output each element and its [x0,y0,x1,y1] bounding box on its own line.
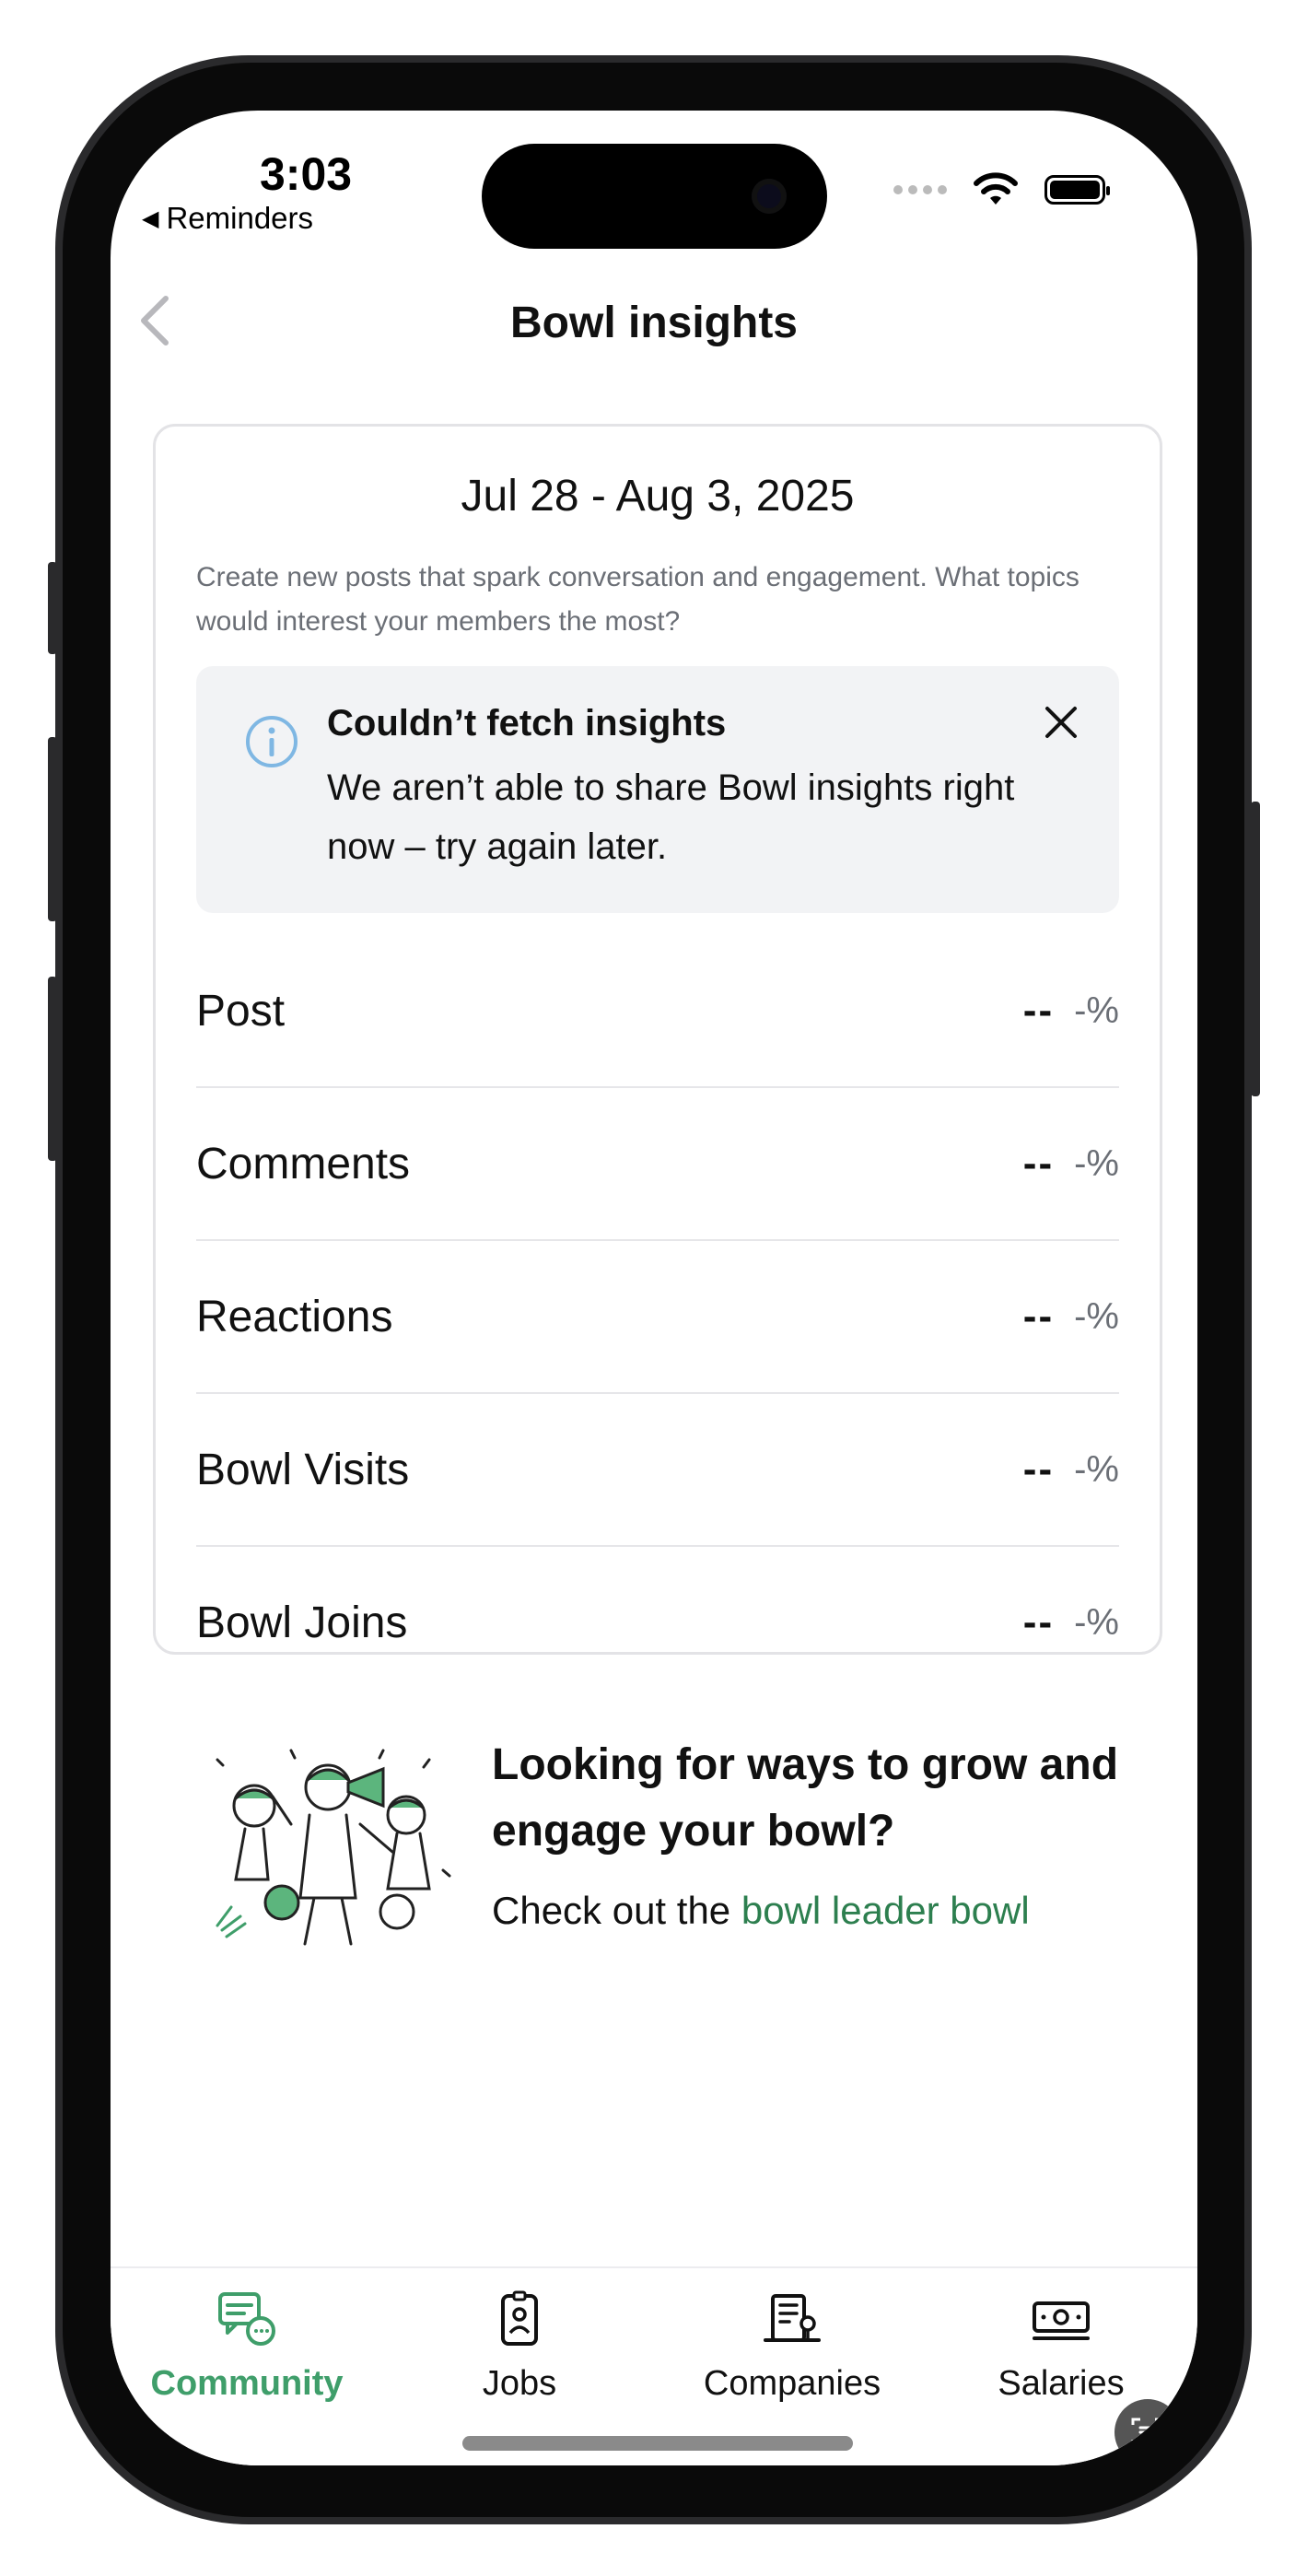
metric-row-comments: Comments -- -% [196,1088,1119,1241]
alert-body: We aren’t able to share Bowl insights ri… [327,767,1015,867]
dynamic-island [482,144,827,249]
metric-value: -- [1022,988,1055,1033]
metric-label: Bowl Visits [196,1445,410,1494]
volume-up-button [48,737,57,921]
tab-jobs[interactable]: Jobs [409,2287,630,2404]
jobs-icon [501,2290,538,2346]
community-icon [218,2292,275,2346]
metric-value: -- [1022,1599,1055,1645]
mute-switch [48,562,57,654]
salaries-icon [1033,2301,1090,2340]
promo-text: Check out the bowl leader bowl [492,1889,1030,1933]
metric-row-post: Post -- -% [196,935,1119,1088]
bowl-leader-bowl-link[interactable]: bowl leader bowl [741,1889,1030,1932]
metric-row-reactions: Reactions -- -% [196,1241,1119,1394]
metric-label: Comments [196,1139,411,1188]
metric-label: Post [196,986,286,1036]
info-icon [246,716,298,767]
home-indicator[interactable] [462,2436,853,2451]
back-to-app-link[interactable]: ◀ Reminders [142,201,313,236]
date-range: Jul 28 - Aug 3, 2025 [461,472,855,521]
battery-icon [1044,175,1110,205]
power-button [1251,802,1260,1096]
text-scan-icon [1131,2418,1164,2447]
metric-change: -% [1074,1142,1119,1184]
text-scan-button[interactable] [1114,2399,1181,2465]
camera-icon [752,179,787,214]
metric-value: -- [1022,1294,1055,1339]
tab-label: Companies [703,2364,881,2403]
tab-companies[interactable]: Companies [682,2287,903,2404]
metric-change: -% [1074,1448,1119,1490]
alert-title: Couldn’t fetch insights [327,703,727,744]
metric-change: -% [1074,1601,1119,1643]
tab-label: Jobs [482,2364,557,2403]
tab-community[interactable]: Community [136,2287,357,2404]
cellular-signal-icon [893,185,947,194]
metric-row-bowl-joins: Bowl Joins -- -% [196,1547,1119,1698]
metric-label: Reactions [196,1292,393,1341]
back-app-label: Reminders [166,201,314,235]
page-title: Bowl insights [510,299,798,347]
companies-icon [764,2294,821,2342]
promo-text-prefix: Check out the [492,1889,731,1932]
tab-label: Community [150,2364,344,2403]
close-icon[interactable] [1040,701,1082,744]
promo-title: Looking for ways to grow and engage your… [492,1740,1119,1856]
metric-label: Bowl Joins [196,1598,408,1647]
insights-description: Create new posts that spark conversation… [196,562,1079,637]
wifi-icon [974,172,1018,205]
error-alert: Couldn’t fetch insights We aren’t able t… [196,666,1119,913]
metric-row-bowl-visits: Bowl Visits -- -% [196,1394,1119,1547]
metric-change: -% [1074,989,1119,1031]
tab-label: Salaries [998,2364,1125,2403]
metric-change: -% [1074,1295,1119,1337]
screen: 3:03 ◀ Reminders Bowl insights Jul 28 - … [111,111,1197,2465]
metric-value: -- [1022,1141,1055,1186]
insights-card: Jul 28 - Aug 3, 2025 Create new posts th… [153,424,1162,1655]
status-time: 3:03 [260,148,353,200]
cheering-crowd-illustration [216,1749,451,1946]
back-triangle-icon: ◀ [142,205,159,231]
tab-salaries[interactable]: Salaries [951,2287,1172,2404]
volume-down-button [48,977,57,1161]
metric-value: -- [1022,1446,1055,1492]
status-icons [893,171,1110,208]
